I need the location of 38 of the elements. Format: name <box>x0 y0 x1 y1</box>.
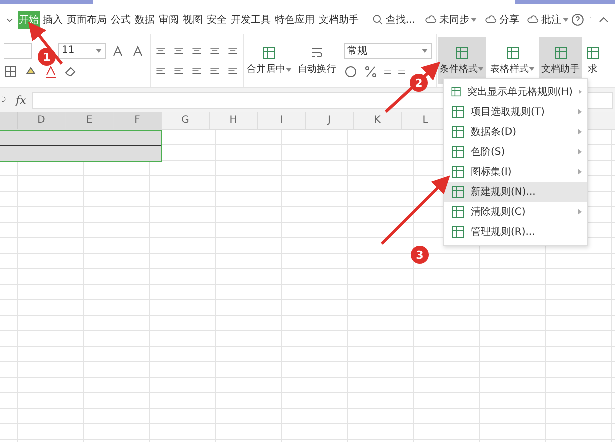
menu-tab[interactable]: 公式 <box>110 11 132 29</box>
column-header[interactable]: G <box>162 112 210 129</box>
menu-tab[interactable]: 文档助手 <box>318 11 360 29</box>
column-header[interactable]: J <box>306 112 354 129</box>
menu-tab[interactable]: 视图 <box>182 11 204 29</box>
menu-tab[interactable]: 审阅 <box>158 11 180 29</box>
column-header[interactable]: H <box>210 112 258 129</box>
ribbon-button[interactable]: 表格样式 <box>488 37 538 84</box>
number-format-field[interactable]: 常规 <box>344 42 432 58</box>
toolbar-action[interactable]: 分享 <box>485 13 520 27</box>
column-header[interactable]: I <box>258 112 306 129</box>
fx-label: fx <box>16 94 26 106</box>
wrap-text-button[interactable]: 自动换行 <box>296 37 339 84</box>
menu-item[interactable]: 色阶(S) <box>444 142 587 162</box>
column-header[interactable]: K <box>354 112 402 129</box>
menu-tab[interactable]: 插入 <box>42 11 64 29</box>
menu-tab[interactable]: 数据 <box>134 11 156 29</box>
step-badge: 2 <box>410 74 428 92</box>
toolbar-action[interactable]: 批注 <box>527 13 570 27</box>
column-header[interactable]: E <box>66 112 114 129</box>
menu-tab[interactable]: 特色应用 <box>274 11 316 29</box>
column-header[interactable]: D <box>18 112 66 129</box>
menu-tab[interactable]: 开发工具 <box>230 11 272 29</box>
ribbon-button[interactable]: 求 <box>584 37 602 84</box>
step-badge: 3 <box>411 246 429 264</box>
menu-item[interactable]: 新建规则(N)... <box>444 182 587 202</box>
menu-tab[interactable]: 安全 <box>206 11 228 29</box>
toolbar-action[interactable]: 未同步 <box>425 13 478 27</box>
step-badge: 1 <box>38 48 56 66</box>
column-header[interactable]: F <box>114 112 162 129</box>
menu-item[interactable]: 管理规则(R)... <box>444 222 587 242</box>
menu-item[interactable]: 图标集(I) <box>444 162 587 182</box>
merge-center-button[interactable]: 合并居中 <box>245 37 294 84</box>
font-size-field[interactable]: 11 <box>58 42 106 58</box>
menu-item[interactable]: 突出显示单元格规则(H) <box>444 82 587 102</box>
search-field[interactable]: 查找... <box>372 13 416 27</box>
menu-item[interactable]: 清除规则(C) <box>444 202 587 222</box>
menu-tab[interactable]: 页面布局 <box>66 11 108 29</box>
